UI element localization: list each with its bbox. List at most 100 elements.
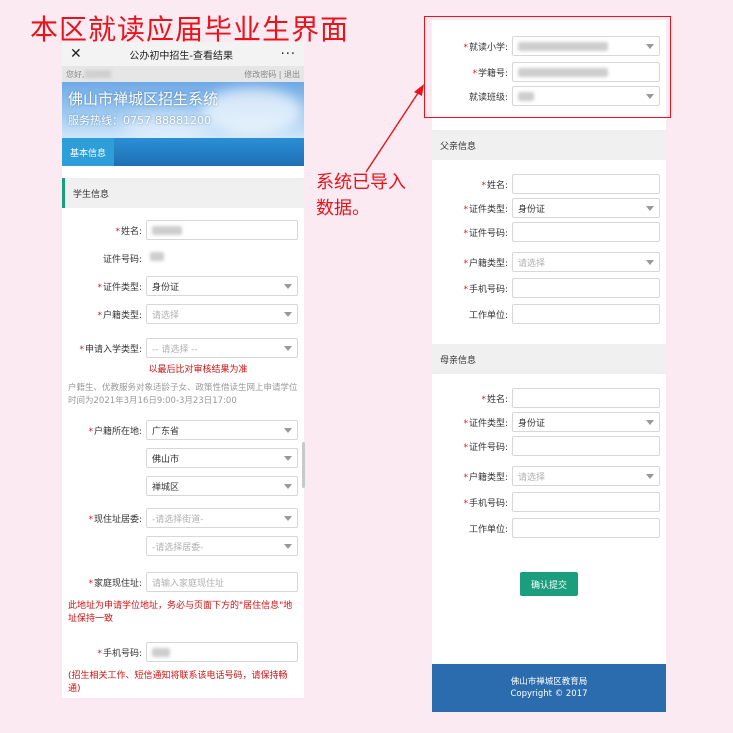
- city-row: 佛山市: [62, 444, 304, 472]
- section-student-info: 学生信息: [62, 178, 304, 208]
- student-name-input[interactable]: [146, 220, 298, 240]
- chevron-down-icon: [284, 311, 292, 317]
- submit-button[interactable]: 确认提交: [520, 572, 578, 596]
- chevron-down-icon: [646, 419, 654, 425]
- father-phone-label: *手机号码:: [463, 284, 508, 295]
- page-title: 公办初中招生-查看结果: [129, 50, 233, 62]
- father-phone-row: *手机号码:: [432, 274, 666, 302]
- committee-row: -请选择居委-: [62, 532, 304, 560]
- apply-type-label: *申请入学类型:: [79, 344, 142, 355]
- footer-copyright: Copyright © 2017: [510, 689, 588, 699]
- father-hukou-type-row: *户籍类型: 请选择: [432, 248, 666, 276]
- father-id-no-input[interactable]: [512, 222, 660, 242]
- residence-row: *现住址居委: -请选择街道-: [62, 504, 304, 532]
- chevron-down-icon: [284, 283, 292, 289]
- mother-id-type-select[interactable]: 身份证: [512, 412, 660, 432]
- redacted-value: [152, 647, 170, 657]
- name-label: *姓名:: [115, 226, 142, 237]
- apply-type-select[interactable]: -- 请选择 --: [146, 338, 298, 358]
- father-id-type-label: *证件类型:: [463, 204, 508, 215]
- site-banner: 佛山市禅城区招生系统 服务热线：0757-88881200: [62, 82, 304, 138]
- district-row: 禅城区: [62, 472, 304, 500]
- mother-id-no-input[interactable]: [512, 436, 660, 456]
- close-icon[interactable]: ✕: [70, 46, 82, 62]
- street-select[interactable]: -请选择街道-: [146, 508, 298, 528]
- redacted-value: [150, 252, 164, 261]
- chevron-down-icon: [646, 473, 654, 479]
- left-phone-screen: ✕ 公办初中招生-查看结果 ··· 您好, 修改密码 | 退出 佛山市禅城区招生…: [62, 42, 304, 698]
- district-select[interactable]: 禅城区: [146, 476, 298, 496]
- mother-name-input[interactable]: [512, 388, 660, 408]
- phone-note: (招生相关工作、短信通知将联系该电话号码，请保持畅通): [68, 671, 288, 694]
- mother-phone-input[interactable]: [512, 492, 660, 512]
- student-id-type-select[interactable]: 身份证: [146, 276, 298, 296]
- address-row: *家庭现住址: 请输入家庭现住址: [62, 568, 304, 596]
- student-id-type-row: *证件类型: 身份证: [62, 272, 304, 300]
- student-id-no-value: [146, 252, 164, 264]
- mother-id-type-label: *证件类型:: [463, 418, 508, 429]
- apply-type-row: *申请入学类型: -- 请选择 --: [62, 334, 304, 362]
- apply-period-note: 户籍生、优教服务对象适龄子女、政策性借读生网上申请学位时间为2021年3月16日…: [68, 383, 298, 406]
- id-no-label: 证件号码:: [102, 254, 142, 265]
- webview-topbar: ✕ 公办初中招生-查看结果 ···: [62, 42, 304, 66]
- user-bar: 您好, 修改密码 | 退出: [62, 66, 304, 82]
- user-links: 修改密码 | 退出: [244, 69, 300, 80]
- chevron-down-icon: [284, 345, 292, 351]
- father-id-type-select[interactable]: 身份证: [512, 198, 660, 218]
- mother-id-no-label: *证件号码:: [463, 442, 508, 453]
- greeting: 您好,: [66, 69, 111, 80]
- scrollbar[interactable]: [302, 442, 305, 488]
- chevron-down-icon: [284, 543, 292, 549]
- father-phone-input[interactable]: [512, 278, 660, 298]
- father-hukou-type-select[interactable]: 请选择: [512, 252, 660, 272]
- address-input[interactable]: 请输入家庭现住址: [146, 572, 298, 592]
- father-name-label: *姓名:: [481, 180, 508, 191]
- chevron-down-icon: [284, 427, 292, 433]
- hukou-type-label: *户籍类型:: [97, 310, 142, 321]
- father-id-no-row: *证件号码:: [432, 218, 666, 246]
- hukou-location-label: *户籍所在地:: [88, 426, 142, 437]
- right-phone-screen: *就读小学: *学籍号: 就读班级: 父亲信息 *姓名: *证件类型: 身份证 …: [432, 20, 666, 712]
- highlight-box: [424, 16, 671, 118]
- city-select[interactable]: 佛山市: [146, 448, 298, 468]
- mother-hukou-type-label: *户籍类型:: [463, 472, 508, 483]
- mother-work-row: 工作单位:: [432, 514, 666, 542]
- page-footer: 佛山市禅城区教育局 Copyright © 2017: [432, 664, 666, 712]
- chevron-down-icon: [646, 205, 654, 211]
- student-hukou-type-row: *户籍类型: 请选择: [62, 300, 304, 328]
- mother-work-input[interactable]: [512, 518, 660, 538]
- separator: |: [278, 69, 282, 79]
- chevron-down-icon: [284, 483, 292, 489]
- student-name-row: *姓名:: [62, 216, 304, 244]
- father-work-row: 工作单位:: [432, 300, 666, 328]
- father-name-input[interactable]: [512, 174, 660, 194]
- province-select[interactable]: 广东省: [146, 420, 298, 440]
- mother-hukou-type-select[interactable]: 请选择: [512, 466, 660, 486]
- apply-note: 以最后比对审核结果为准: [148, 365, 248, 375]
- address-note: 此地址为申请学位地址，务必与页面下方的"居住信息"地址保持一致: [68, 601, 293, 624]
- username-redacted: [84, 70, 111, 78]
- residence-label: *现住址居委:: [88, 514, 142, 525]
- father-id-no-label: *证件号码:: [463, 228, 508, 239]
- phone-input[interactable]: [146, 642, 298, 662]
- tab-basic-info[interactable]: 基本信息: [62, 138, 115, 166]
- mother-name-label: *姓名:: [481, 394, 508, 405]
- mother-id-no-row: *证件号码:: [432, 432, 666, 460]
- id-type-label: *证件类型:: [97, 282, 142, 293]
- phone-label: *手机号码:: [97, 648, 142, 659]
- father-work-input[interactable]: [512, 304, 660, 324]
- mother-phone-label: *手机号码:: [463, 498, 508, 509]
- redacted-value: [152, 225, 182, 235]
- site-title: 佛山市禅城区招生系统: [68, 90, 219, 108]
- more-menu-icon[interactable]: ···: [281, 47, 296, 62]
- logout-link[interactable]: 退出: [284, 70, 300, 79]
- committee-select[interactable]: -请选择居委-: [146, 536, 298, 556]
- tab-bar: 基本信息: [62, 138, 304, 166]
- service-hotline: 服务热线：0757-88881200: [68, 114, 211, 127]
- student-hukou-type-select[interactable]: 请选择: [146, 304, 298, 324]
- mother-form: *姓名: *证件类型: 身份证 *证件号码: *户籍类型: 请选择 *手机号码:…: [432, 384, 666, 542]
- change-password-link[interactable]: 修改密码: [244, 70, 276, 79]
- father-hukou-type-label: *户籍类型:: [463, 258, 508, 269]
- mother-hukou-type-row: *户籍类型: 请选择: [432, 462, 666, 490]
- address-label: *家庭现住址:: [88, 578, 142, 589]
